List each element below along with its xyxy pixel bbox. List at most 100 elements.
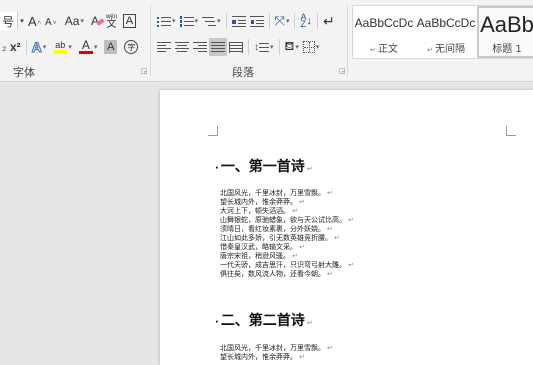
clear-formatting-icon: A (91, 14, 105, 28)
enclose-characters-icon: 字 (124, 40, 139, 54)
shrink-font-icon: A˅ (44, 17, 57, 28)
poem-line: 北国风光，千里冰封，万里雪飘。 ↵ (220, 344, 333, 352)
separator (294, 13, 296, 29)
paragraph-group-row-2: ↕ ▾ ⛾ ▾ ▾ (155, 38, 321, 56)
align-right-icon (193, 41, 207, 53)
line-spacing-button[interactable]: ↕ ▾ (252, 38, 276, 56)
text-effects-icon: A (31, 39, 42, 56)
shrink-font-button[interactable]: A˅ (43, 12, 59, 30)
grow-font-button[interactable]: A^ (26, 12, 43, 30)
paragraph-group-label: 段落 (232, 66, 254, 79)
numbering-button[interactable]: ▾ (178, 12, 201, 30)
shading-button[interactable]: ⛾ ▾ (283, 38, 301, 56)
align-center-button[interactable] (173, 38, 191, 56)
paragraph-dialog-launcher-icon[interactable]: ◲ (339, 67, 346, 75)
poem-line: 唐宗宋祖，稍逊风骚。 ↵ (220, 252, 298, 260)
chinese-layout-button[interactable]: ⤧ ▾ (273, 12, 292, 30)
poem-body[interactable]: 北国风光，千里冰封，万里雪飘。 ↵ 望长城内外，惟余莽莽。 ↵ 大河上下，顿失滔滔。… (220, 189, 354, 279)
text-highlight-button[interactable]: ab ▾ (51, 38, 74, 56)
bullets-button[interactable]: ▾ (155, 12, 178, 30)
poem-line: 山舞银蛇，原驰蜡象，欲与天公试比高。 ↵ (220, 216, 354, 224)
separator (278, 39, 280, 55)
font-size-dropdown[interactable]: 号 (0, 12, 18, 30)
distributed-button[interactable] (227, 38, 245, 56)
margin-corner-mark (208, 126, 218, 136)
poem-line: 俱往矣，数风流人物，还看今朝。 ↵ (220, 270, 333, 278)
multilevel-list-icon (202, 16, 217, 27)
align-center-icon (175, 41, 189, 53)
group-divider (150, 4, 151, 76)
heading-2[interactable]: · 二、第二首诗 ↵ (215, 310, 313, 330)
style-normal-label: 正文 (378, 44, 399, 55)
justify-icon (211, 41, 225, 53)
heading-1[interactable]: · 一、第一首诗 ↵ (215, 156, 313, 176)
show-paragraph-marks-button[interactable]: ↵ (321, 12, 337, 30)
paragraph-mark-icon: ↵ (306, 165, 313, 173)
change-case-button[interactable]: Aa ▾ (63, 12, 86, 30)
text-effects-button[interactable]: A ▾ (30, 38, 49, 56)
style-heading-1[interactable]: AaBb 标题 1 (477, 6, 533, 58)
distributed-icon (229, 41, 243, 53)
paragraph-group-row-1: ▾ ▾ ▾ ⤧ ▾ A Z ↓ ↵ (155, 12, 337, 30)
grow-font-icon: A^ (28, 13, 41, 29)
poem-line: 惜秦皇汉武，略输文采。 ↵ (220, 243, 305, 251)
paragraph-mark-icon: ↵ (306, 319, 313, 327)
align-left-icon (157, 41, 171, 53)
decrease-indent-icon (231, 15, 246, 27)
heading-2-text: 二、第二首诗 (220, 313, 305, 329)
sort-button[interactable]: A Z ↓ (298, 12, 314, 30)
superscript-button[interactable]: x² (8, 38, 23, 56)
styles-gallery: AaBbCcDc ↵ 正文 AaBbCcDc ↵ 无间隔 AaBb 标题 1 (352, 5, 533, 59)
style-heading-1-label: 标题 1 (492, 44, 522, 55)
style-no-spacing[interactable]: AaBbCcDc ↵ 无间隔 (415, 6, 477, 58)
separator (25, 39, 27, 55)
subscript-button[interactable]: ₂ (0, 38, 8, 56)
separator (248, 39, 249, 55)
separator (225, 13, 227, 29)
bullets-icon (157, 16, 171, 27)
subscript-icon: ₂ (2, 41, 7, 53)
font-group-label: 字体 (13, 66, 35, 79)
phonetic-guide-button[interactable]: wén 文 (104, 12, 119, 30)
separator (316, 13, 318, 29)
line-spacing-icon: ↕ (254, 42, 269, 53)
document-page[interactable]: · 一、第一首诗 ↵ 北国风光，千里冰封，万里雪飘。 ↵ 望长城内外，惟余莽莽。 ↵ 大… (160, 90, 533, 365)
chinese-layout-icon: ⤧ (274, 13, 285, 28)
poem-line: 江山如此多娇，引无数英雄竞折腰。 ↵ (220, 234, 340, 242)
font-size-dropdown-chevron-icon[interactable]: ▾ (18, 12, 26, 30)
paragraph-mark-icon: ↵ (322, 12, 335, 29)
clear-formatting-button[interactable]: A (89, 12, 105, 30)
font-group-row-2: ₂ x² A ▾ ab ▾ A ▾ A 字 (0, 38, 140, 56)
increase-indent-icon (249, 15, 264, 27)
align-right-button[interactable] (191, 38, 209, 56)
character-shading-icon: A (104, 40, 118, 54)
character-shading-button[interactable]: A (102, 38, 119, 56)
phonetic-guide-icon: wén 文 (105, 14, 117, 30)
group-divider (347, 4, 348, 76)
borders-icon (302, 41, 315, 53)
character-border-icon: A (122, 14, 136, 28)
style-normal[interactable]: AaBbCcDc ↵ 正文 (353, 6, 415, 58)
heading-1-text: 一、第一首诗 (220, 159, 305, 175)
font-color-icon: A (78, 39, 93, 54)
align-left-button[interactable] (155, 38, 173, 56)
ribbon: 号 ▾ A^ A˅ Aa ▾ A wén 文 A ₂ x² A ▾ ab ▾ A… (0, 0, 533, 82)
borders-button[interactable]: ▾ (301, 38, 322, 56)
font-dialog-launcher-icon[interactable]: ◲ (141, 67, 148, 75)
poem-line: 大河上下，顿失滔滔。 ↵ (220, 207, 298, 215)
multilevel-list-button[interactable]: ▾ (200, 12, 223, 30)
poem-line: 北国风光，千里冰封，万里雪飘。 ↵ (220, 189, 333, 197)
numbering-icon (179, 15, 194, 27)
sort-icon: A Z ↓ (300, 12, 312, 29)
font-color-button[interactable]: A ▾ (77, 38, 100, 56)
decrease-indent-button[interactable] (230, 12, 248, 30)
margin-corner-mark (506, 126, 516, 136)
increase-indent-button[interactable] (248, 12, 266, 30)
poem-line: 望长城内外，惟余莽莽。 ↵ (220, 198, 305, 206)
poem-body[interactable]: 北国风光，千里冰封，万里雪飘。 ↵ 望长城内外，惟余莽莽。 ↵ (220, 344, 333, 362)
style-no-spacing-label: 无间隔 (435, 44, 466, 55)
character-border-button[interactable]: A (121, 12, 138, 30)
justify-button[interactable] (209, 38, 227, 56)
highlight-icon: ab (53, 40, 68, 54)
enclose-characters-button[interactable]: 字 (122, 38, 140, 56)
